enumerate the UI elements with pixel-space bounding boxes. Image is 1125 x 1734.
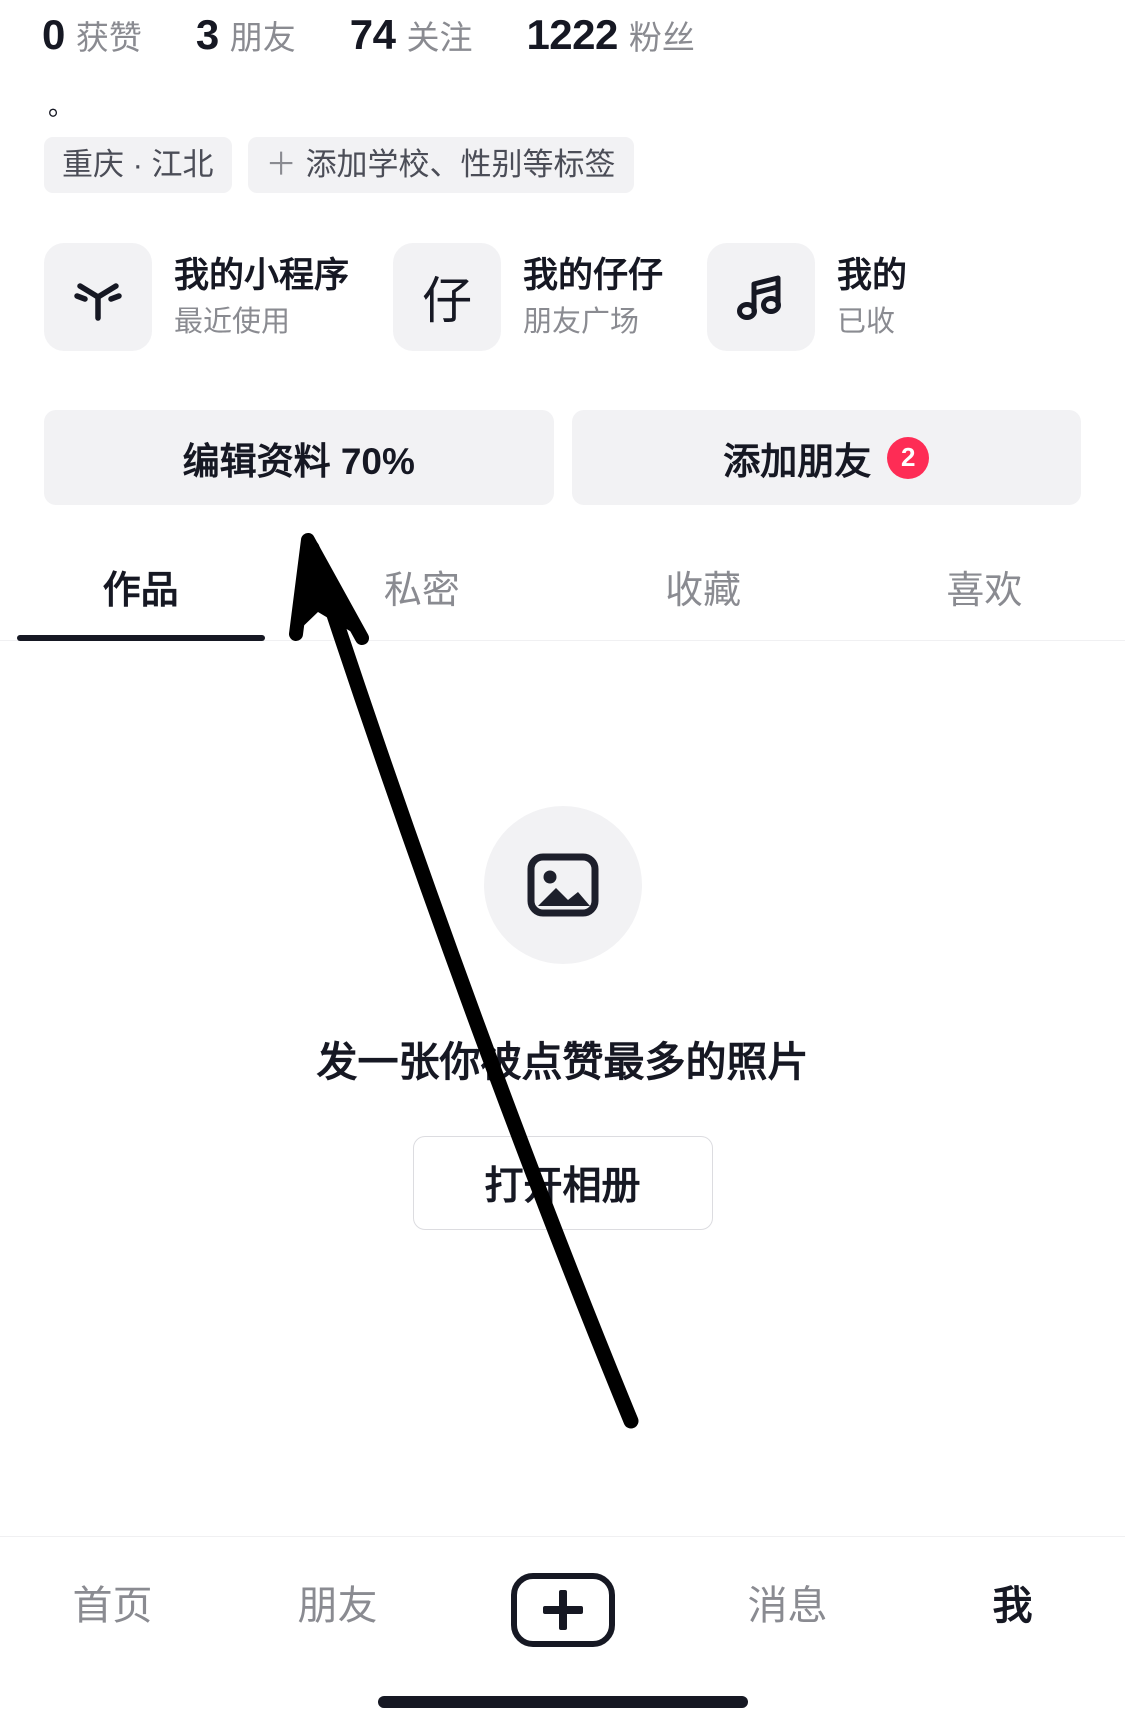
stat-followers[interactable]: 1222 粉丝 xyxy=(526,14,694,56)
card-subtitle: 朋友广场 xyxy=(523,305,640,338)
card-subtitle: 最近使用 xyxy=(174,305,291,338)
sparkle-icon xyxy=(44,243,152,351)
card-text: 我的 已收 xyxy=(837,254,907,340)
nav-item-messages[interactable]: 消息 xyxy=(675,1573,900,1631)
empty-state-text: 发一张你被点赞最多的照片 xyxy=(316,1039,809,1085)
tab-label: 作品 xyxy=(102,570,179,612)
stat-value: 3 xyxy=(195,11,219,58)
tab-label: 收藏 xyxy=(665,570,742,612)
tab-collections[interactable]: 收藏 xyxy=(563,545,844,640)
empty-state: 发一张你被点赞最多的照片 打开相册 xyxy=(0,641,1125,1230)
tab-label: 私密 xyxy=(383,570,460,612)
card-subtitle: 已收 xyxy=(837,305,896,338)
zai-character-icon: 仔 xyxy=(393,243,502,351)
image-placeholder-icon xyxy=(483,806,642,964)
stat-value: 0 xyxy=(42,11,65,58)
home-indicator xyxy=(377,1696,748,1708)
stat-friends[interactable]: 3 朋友 xyxy=(196,14,296,56)
stat-following[interactable]: 74 关注 xyxy=(350,14,473,56)
nav-item-friends[interactable]: 朋友 xyxy=(225,1573,450,1631)
card-title: 我的 xyxy=(837,256,908,296)
nav-item-home[interactable]: 首页 xyxy=(0,1573,225,1631)
zai-glyph: 仔 xyxy=(422,273,473,329)
stat-label: 获赞 xyxy=(75,19,142,56)
profile-action-row: 编辑资料 70% 添加朋友 2 xyxy=(0,410,1125,505)
plus-icon: ＋ xyxy=(265,146,297,182)
tab-works[interactable]: 作品 xyxy=(0,545,281,640)
edit-profile-button[interactable]: 编辑资料 70% xyxy=(44,410,554,505)
card-text: 我的仔仔 朋友广场 xyxy=(523,254,663,340)
add-friend-button[interactable]: 添加朋友 2 xyxy=(571,410,1081,505)
stat-label: 朋友 xyxy=(229,19,296,56)
stat-likes[interactable]: 0 获赞 xyxy=(42,14,142,56)
plus-icon xyxy=(510,1573,615,1647)
profile-tags-row: 重庆 · 江北 ＋添加学校、性别等标签 xyxy=(0,134,1125,196)
stat-label: 关注 xyxy=(406,19,473,56)
profile-stats-row: 0 获赞 3 朋友 74 关注 1222 粉丝 xyxy=(0,0,1125,74)
quick-cards-row: 我的小程序 最近使用 仔 我的仔仔 朋友广场 我的 已收 xyxy=(0,222,1125,372)
card-my-music[interactable]: 我的 已收 xyxy=(707,243,907,351)
tag-add-label[interactable]: ＋添加学校、性别等标签 xyxy=(247,136,634,194)
open-album-button[interactable]: 打开相册 xyxy=(412,1136,713,1230)
profile-signature[interactable]: 。 xyxy=(0,74,1125,134)
stat-value: 74 xyxy=(349,11,396,58)
stat-label: 粉丝 xyxy=(628,19,695,56)
nav-item-create[interactable] xyxy=(450,1573,675,1647)
add-friend-badge: 2 xyxy=(887,436,930,479)
tab-likes[interactable]: 喜欢 xyxy=(844,545,1125,640)
card-text: 我的小程序 最近使用 xyxy=(174,254,349,340)
tag-location[interactable]: 重庆 · 江北 xyxy=(44,136,232,194)
card-title: 我的仔仔 xyxy=(523,256,664,296)
nav-label: 朋友 xyxy=(297,1584,378,1628)
edit-profile-label: 编辑资料 70% xyxy=(182,440,415,482)
music-note-icon xyxy=(707,243,816,351)
stat-value: 1222 xyxy=(526,11,618,58)
content-tabs: 作品 私密 收藏 喜欢 xyxy=(0,545,1125,641)
tab-label: 喜欢 xyxy=(946,570,1023,612)
nav-label: 我 xyxy=(992,1584,1033,1628)
tab-private[interactable]: 私密 xyxy=(281,545,562,640)
card-my-zaizai[interactable]: 仔 我的仔仔 朋友广场 xyxy=(393,243,663,351)
tag-add-label-text: 添加学校、性别等标签 xyxy=(305,146,616,182)
nav-item-me[interactable]: 我 xyxy=(900,1573,1125,1631)
tag-location-label: 重庆 · 江北 xyxy=(62,146,214,182)
nav-label: 消息 xyxy=(747,1584,828,1628)
nav-label: 首页 xyxy=(72,1584,153,1628)
profile-screen: 0 获赞 3 朋友 74 关注 1222 粉丝 。 重庆 · 江北 ＋添加学校、… xyxy=(0,0,1125,1734)
card-my-miniprogram[interactable]: 我的小程序 最近使用 xyxy=(44,243,349,351)
card-title: 我的小程序 xyxy=(174,256,350,296)
open-album-label: 打开相册 xyxy=(484,1165,641,1208)
add-friend-label: 添加朋友 xyxy=(723,440,872,482)
